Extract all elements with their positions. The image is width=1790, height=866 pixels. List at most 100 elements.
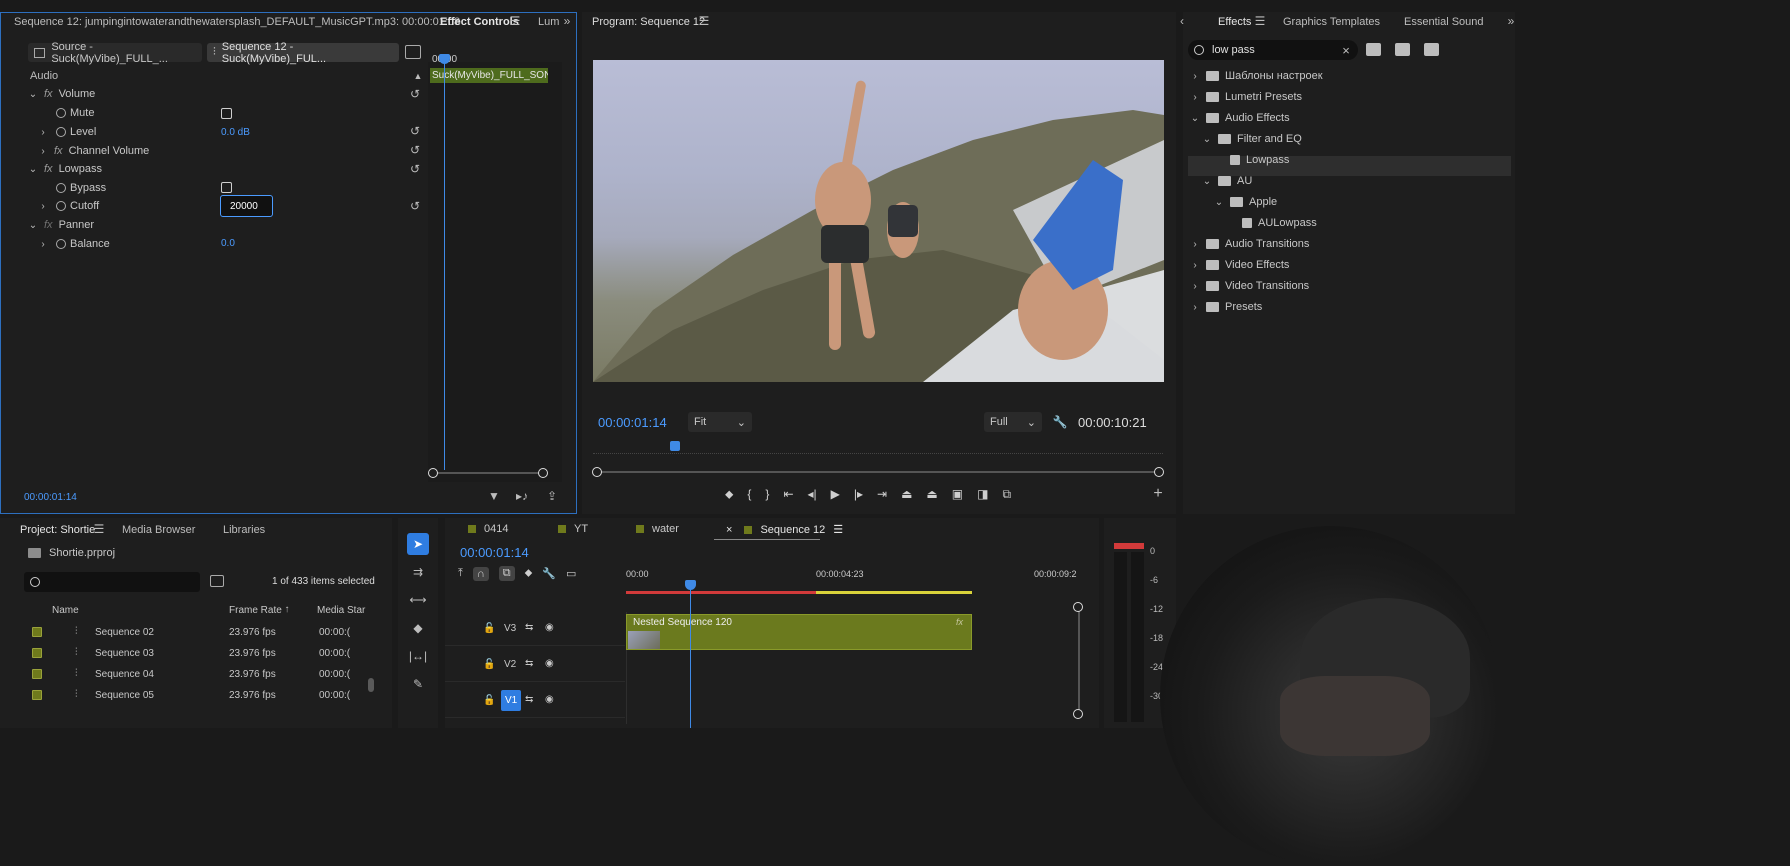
chevron-down-icon[interactable]: ⌄: [28, 164, 38, 175]
go-to-in-icon[interactable]: ⇤: [783, 487, 793, 501]
effects-tree-item[interactable]: ⌄ AU: [1202, 175, 1252, 187]
program-zoom-right[interactable]: [1154, 467, 1164, 477]
sync-lock-icon[interactable]: ⇆: [525, 658, 533, 669]
accelerated-effects-icon[interactable]: [1366, 43, 1381, 56]
tab-essential-sound[interactable]: Essential Sound: [1404, 16, 1484, 28]
effects-tree-item[interactable]: › Video Effects: [1190, 259, 1289, 271]
ec-scroll-handle-right[interactable]: [538, 468, 548, 478]
timeline-settings-icon[interactable]: 🔧: [542, 567, 556, 580]
table-row[interactable]: ⫶ Sequence 05 23.976 fps 00:00:(: [0, 685, 365, 705]
effects-tree-item[interactable]: ⌄ Apple: [1214, 196, 1277, 208]
sort-ascending-icon[interactable]: ↑: [282, 603, 292, 615]
effects-tree-item[interactable]: ⌄ Filter and EQ: [1202, 133, 1302, 145]
track-header[interactable]: 🔓 V1 ⇆ ◉: [445, 682, 625, 718]
timeline-tab[interactable]: 0414: [468, 523, 508, 535]
source-tab[interactable]: Source - Suck(MyVibe)_FULL_...: [28, 41, 202, 65]
label-color-swatch[interactable]: [32, 669, 42, 679]
track-label[interactable]: V3: [501, 622, 519, 635]
bypass-checkbox[interactable]: [221, 182, 232, 193]
captions-icon[interactable]: ▭: [566, 567, 576, 580]
program-video-frame[interactable]: [593, 60, 1164, 382]
chevron-right-icon[interactable]: ›: [1190, 71, 1200, 82]
label-color-swatch[interactable]: [32, 627, 42, 637]
stopwatch-icon[interactable]: [56, 183, 66, 193]
expand-tabs-icon[interactable]: »: [1505, 14, 1517, 28]
sync-lock-icon[interactable]: ⇆: [525, 622, 533, 633]
timeline-tab[interactable]: × Sequence 12 ☰: [726, 523, 843, 537]
toggle-timeline-icon[interactable]: [405, 45, 421, 59]
chevron-right-icon[interactable]: ›: [38, 127, 48, 138]
project-scrollbar[interactable]: [368, 678, 374, 692]
track-select-tool-icon[interactable]: ⇉: [408, 563, 428, 581]
filter-icon[interactable]: ▼: [487, 489, 501, 503]
label-color-swatch[interactable]: [32, 648, 42, 658]
lock-icon[interactable]: 🔓: [483, 695, 495, 706]
timeline-vscroll-track[interactable]: [1078, 606, 1080, 714]
step-back-icon[interactable]: ◂|: [808, 487, 817, 501]
pen-tool-icon[interactable]: ✎: [408, 675, 428, 693]
mark-in-icon[interactable]: {: [747, 487, 751, 501]
program-playhead[interactable]: [670, 441, 680, 451]
chevron-down-icon[interactable]: ⌄: [1202, 176, 1212, 187]
program-zoom-track[interactable]: [598, 471, 1158, 473]
effects-tree-item[interactable]: AULowpass: [1226, 217, 1317, 229]
chevron-right-icon[interactable]: ›: [1190, 92, 1200, 103]
step-forward-icon[interactable]: |▸: [854, 487, 863, 501]
search-input[interactable]: low pass: [1212, 44, 1255, 56]
effects-tree-item[interactable]: › Audio Transitions: [1190, 238, 1309, 250]
effects-tree-item[interactable]: › Video Transitions: [1190, 280, 1309, 292]
selection-tool-icon[interactable]: ➤: [407, 533, 429, 555]
audio-scrub-icon[interactable]: ▸♪: [514, 489, 530, 503]
project-col-media-start[interactable]: Media Star: [317, 605, 365, 616]
project-col-frame-rate[interactable]: Frame Rate: [229, 605, 282, 616]
tab-media-browser[interactable]: Media Browser: [122, 524, 195, 536]
table-row[interactable]: ⫶ Sequence 04 23.976 fps 00:00:(: [0, 664, 365, 684]
level-value[interactable]: 0.0 dB: [221, 127, 250, 138]
program-timecode[interactable]: 00:00:01:14: [598, 415, 667, 430]
chevron-right-icon[interactable]: ›: [38, 201, 48, 212]
linked-selection-icon[interactable]: ⧉: [498, 566, 515, 581]
chevron-right-icon[interactable]: ›: [38, 146, 48, 157]
balance-value[interactable]: 0.0: [221, 238, 235, 249]
track-header[interactable]: 🔓 V2 ⇆ ◉: [445, 646, 625, 682]
chevron-right-icon[interactable]: ›: [1190, 260, 1200, 271]
reset-channel-volume-icon[interactable]: ↺: [406, 143, 424, 157]
go-to-out-icon[interactable]: ⇥: [877, 487, 887, 501]
timeline-playhead-line[interactable]: [690, 588, 691, 728]
ec-clip-bar[interactable]: Suck(MyVibe)_FULL_SONG: [430, 68, 548, 83]
program-zoom-left[interactable]: [592, 467, 602, 477]
timeline-tab[interactable]: YT: [558, 523, 588, 535]
chevron-down-icon[interactable]: ⌄: [28, 220, 38, 231]
lock-icon[interactable]: 🔓: [483, 659, 495, 670]
fit-dropdown[interactable]: Fit ⌄: [688, 412, 752, 432]
table-row[interactable]: ⫶ Sequence 03 23.976 fps 00:00:(: [0, 643, 365, 663]
lift-icon[interactable]: ⏏: [901, 487, 912, 501]
eye-icon[interactable]: ◉: [545, 622, 554, 633]
tab-graphics-templates[interactable]: Graphics Templates: [1283, 16, 1380, 28]
chevron-down-icon[interactable]: ⌄: [1214, 197, 1224, 208]
close-icon[interactable]: ×: [726, 524, 732, 536]
effects-tree-item[interactable]: ⌄ Audio Effects: [1190, 112, 1290, 124]
effects-search-box[interactable]: low pass: [1188, 40, 1358, 60]
fx-icon[interactable]: fx: [44, 88, 53, 100]
add-marker-icon[interactable]: ⬥: [725, 487, 733, 502]
panel-menu-icon[interactable]: ☰: [1253, 14, 1267, 28]
settings-wrench-icon[interactable]: 🔧: [1052, 414, 1068, 430]
cutoff-input[interactable]: 20000: [220, 195, 273, 217]
chevron-right-icon[interactable]: ›: [1190, 302, 1200, 313]
tab-libraries[interactable]: Libraries: [223, 524, 265, 536]
chevron-right-icon[interactable]: ›: [1190, 281, 1200, 292]
chevron-left-icon[interactable]: ‹: [1178, 14, 1186, 28]
ripple-edit-tool-icon[interactable]: ⟷: [408, 591, 428, 609]
ec-timecode[interactable]: 00:00:01:14: [24, 492, 77, 503]
row-panner[interactable]: ⌄ fx Panner: [24, 215, 428, 235]
panel-menu-icon[interactable]: ☰: [508, 14, 522, 28]
timeline-vscroll-bottom[interactable]: [1073, 709, 1083, 719]
add-button-icon[interactable]: +: [1150, 485, 1166, 502]
snap-magnet-icon[interactable]: ∩: [472, 566, 489, 581]
stopwatch-icon[interactable]: [56, 201, 66, 211]
track-label[interactable]: V1: [501, 690, 522, 711]
compare-view-icon[interactable]: ◨: [977, 487, 988, 501]
mute-checkbox[interactable]: [221, 108, 232, 119]
extract-icon[interactable]: ⏏: [926, 487, 937, 501]
